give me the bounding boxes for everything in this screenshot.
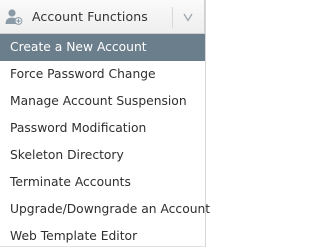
menu-item-create-new-account[interactable]: Create a New Account [0, 34, 205, 61]
user-icon [5, 9, 23, 25]
menu-item-list: Create a New Account Force Password Chan… [0, 34, 210, 250]
menu-item-web-template-editor[interactable]: Web Template Editor [0, 223, 205, 250]
menu-item-skeleton-directory[interactable]: Skeleton Directory [0, 142, 205, 169]
chevron-down-icon[interactable] [180, 9, 196, 25]
menu-item-terminate-accounts[interactable]: Terminate Accounts [0, 169, 205, 196]
menu-item-upgrade-downgrade-account[interactable]: Upgrade/Downgrade an Account [0, 196, 210, 223]
menu-header[interactable]: Account Functions [0, 0, 205, 34]
header-divider [172, 7, 173, 28]
menu-item-force-password-change[interactable]: Force Password Change [0, 61, 205, 88]
menu-item-manage-account-suspension[interactable]: Manage Account Suspension [0, 88, 205, 115]
account-functions-menu: Account Functions Create a New Account F… [0, 0, 210, 250]
menu-item-password-modification[interactable]: Password Modification [0, 115, 205, 142]
menu-title: Account Functions [32, 9, 148, 24]
